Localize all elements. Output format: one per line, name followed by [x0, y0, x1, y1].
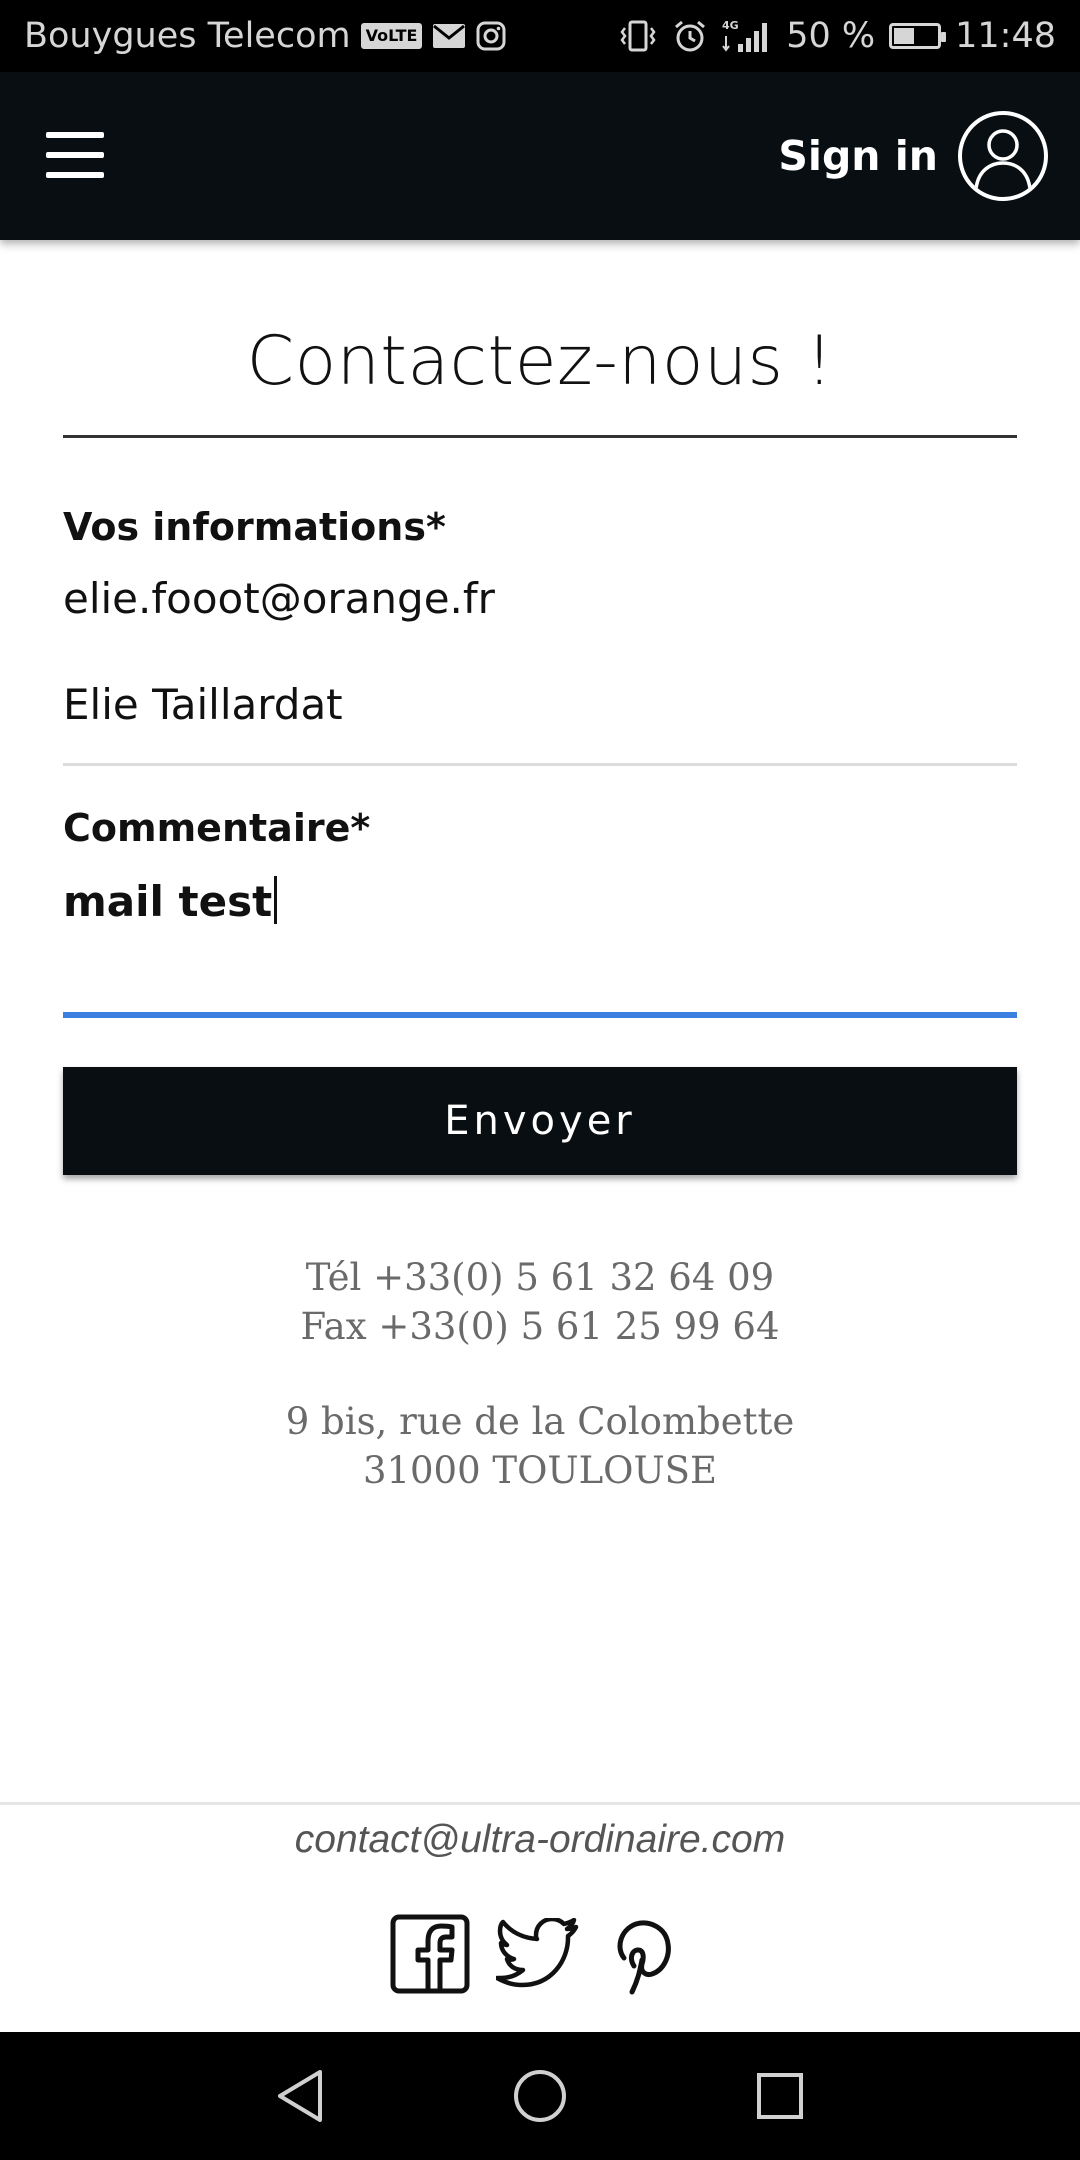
email-field[interactable]: elie.fooot@orange.fr [63, 574, 495, 623]
signal-icon: 4G [722, 18, 772, 54]
comment-textarea[interactable]: mail test [63, 870, 1017, 1018]
address-line-2: 31000 TOULOUSE [362, 1449, 718, 1492]
status-bar-right: 4G 50 % 11:48 [618, 0, 1056, 72]
recents-icon[interactable] [746, 2062, 814, 2130]
home-icon[interactable] [506, 2062, 574, 2130]
text-cursor [274, 876, 278, 924]
info-divider [63, 763, 1017, 766]
hamburger-menu-icon[interactable] [46, 132, 104, 178]
footer-divider [0, 1802, 1080, 1805]
phone-text: Tél +33(0) 5 61 32 64 09 [305, 1256, 775, 1299]
status-bar: Bouygues Telecom VoLTE 4G 50 % 11:48 [0, 0, 1080, 72]
status-bar-left: Bouygues Telecom VoLTE [24, 0, 506, 72]
battery-icon [889, 23, 947, 49]
title-divider [63, 435, 1017, 438]
fax-text: Fax +33(0) 5 61 25 99 64 [300, 1305, 780, 1348]
footer-email-link[interactable]: contact@ultra-ordinaire.com [0, 1818, 1080, 1862]
comment-label: Commentaire* [63, 806, 371, 850]
sign-in-label: Sign in [778, 132, 938, 180]
battery-percent: 50 % [786, 16, 876, 56]
pinterest-icon[interactable] [606, 1912, 690, 1996]
facebook-icon[interactable] [388, 1912, 472, 1996]
name-field[interactable]: Elie Taillardat [63, 680, 343, 729]
app-header: Sign in [0, 72, 1080, 240]
twitter-icon[interactable] [496, 1912, 580, 1996]
navigation-bar [0, 2032, 1080, 2160]
address-line-1: 9 bis, rue de la Colombette [285, 1400, 795, 1443]
carrier-name: Bouygues Telecom [24, 16, 351, 56]
comment-value: mail test [63, 876, 278, 926]
comment-text: mail test [63, 877, 273, 926]
sign-in-button[interactable]: Sign in [778, 110, 1048, 202]
back-icon[interactable] [266, 2062, 334, 2130]
battery-level [894, 28, 915, 44]
send-button[interactable]: Envoyer [63, 1067, 1017, 1175]
mail-icon [432, 23, 466, 49]
alarm-icon [672, 18, 708, 54]
volte-icon: VoLTE [360, 23, 423, 49]
page-title: Contactez-nous ! [246, 322, 834, 401]
user-avatar-icon [958, 111, 1048, 201]
info-label: Vos informations* [63, 505, 446, 549]
svg-text:4G: 4G [722, 19, 739, 32]
vibrate-icon [618, 19, 658, 53]
instagram-icon [476, 21, 506, 51]
clock: 11:48 [955, 16, 1056, 56]
